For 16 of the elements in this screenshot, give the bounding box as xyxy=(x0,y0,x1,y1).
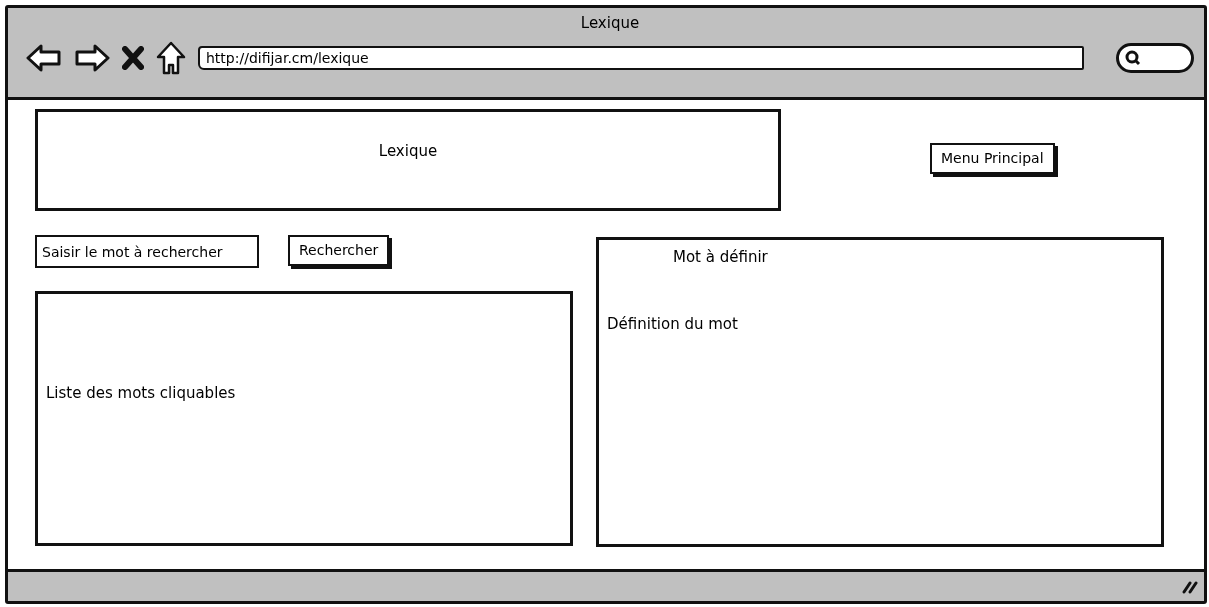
word-list-text: Liste des mots cliquables xyxy=(46,384,236,402)
forward-icon[interactable] xyxy=(74,43,110,72)
back-icon[interactable] xyxy=(26,43,62,72)
search-field[interactable] xyxy=(1116,42,1194,73)
close-icon[interactable] xyxy=(122,45,144,70)
url-field[interactable]: http://difijar.cm/lexique xyxy=(198,45,1084,70)
home-icon[interactable] xyxy=(156,40,186,75)
search-icon xyxy=(1125,49,1141,66)
resize-grip-icon[interactable] xyxy=(1182,579,1198,594)
definition-text: Définition du mot xyxy=(607,314,738,333)
search-input[interactable]: Saisir le mot à rechercher xyxy=(35,235,259,268)
word-title: Mot à définir xyxy=(673,248,768,266)
main-menu-button[interactable]: Menu Principal xyxy=(930,143,1055,174)
page-title: Lexique xyxy=(378,141,438,162)
window-title: Lexique xyxy=(579,13,641,34)
search-button[interactable]: Rechercher xyxy=(288,235,390,266)
